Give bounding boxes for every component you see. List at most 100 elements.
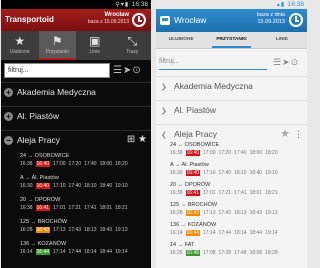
departure-line: 14 → FAT [170, 242, 195, 248]
departure-time: 19:10 [265, 170, 278, 176]
departure-row[interactable]: 14 → FAT 16:26 16:48 17:08 17:28 17:48 18:08 1… [170, 242, 306, 261]
tab-favorites[interactable]: ★ Ulubione [1, 31, 39, 60]
collapse-icon[interactable]: − [4, 136, 13, 145]
departure-time: 17:40 [68, 183, 82, 189]
departure-time: 18:00 [99, 161, 113, 167]
stop-row[interactable]: ❯ Akademia Medyczna [156, 76, 307, 96]
departure-row[interactable]: 125 → BROCHÓW 16:28 16:43 17:13 17:43 18:13 1… [20, 219, 150, 238]
tab-stops[interactable]: PRZYSTANKI [206, 32, 256, 48]
departure-time: 17:20 [68, 161, 82, 167]
departure-time: 17:44 [218, 230, 232, 236]
departure-time: 17:13 [53, 227, 66, 233]
status-time: 16:38 [287, 1, 304, 8]
departure-time-highlighted: 16:40 [35, 183, 51, 189]
map-icon[interactable]: ⊞ [127, 134, 135, 145]
departure-time: 18:01 [249, 190, 263, 196]
departure-row[interactable]: A → Al. Piastów 16:30 16:40 17:10 17:40 18:1… [170, 162, 306, 181]
tab-routes[interactable]: ⤡ Trasy [114, 31, 152, 60]
departure-line: 20 → OPORÓW [170, 182, 211, 188]
departure-time: 16:38 [20, 161, 33, 167]
star-icon: ★ [14, 34, 26, 48]
location-icon[interactable]: ➤ [123, 65, 132, 76]
star-icon[interactable]: ★ [280, 128, 290, 140]
database-date: baza z dnia 15.09.2013 [257, 12, 285, 25]
stop-row[interactable]: − Aleja Pracy ⊞ ★ [1, 130, 151, 150]
bus-icon: ▣ [89, 34, 101, 48]
departure-time: 16:30 [170, 170, 183, 176]
tab-stops[interactable]: ⚑ Przystanki [38, 31, 76, 60]
departure-row[interactable]: 24 → OSOBOWICE 16:38 16:40 17:00 17:20 17:40… [170, 142, 306, 161]
departure-time-highlighted: 16:44 [35, 249, 51, 255]
stop-name: Al. Piastów [174, 105, 217, 115]
bus-stop-icon: ⚑ [51, 34, 63, 48]
departure-time: 17:01 [203, 190, 216, 196]
departure-time: 17:40 [218, 170, 232, 176]
departure-time: 17:20 [218, 150, 232, 156]
departure-time-highlighted: 16:44 [185, 230, 201, 236]
tab-favorites[interactable]: ULUBIONE [156, 32, 206, 48]
departure-time: 17:43 [218, 210, 232, 216]
more-options-icon[interactable]: ⋮ [294, 129, 303, 139]
departure-time: 18:43 [99, 227, 113, 233]
star-icon[interactable]: ★ [138, 134, 147, 145]
departure-row[interactable]: 20 → OPORÓW 16:38 16:41 17:01 17:21 17:41 18:… [170, 182, 306, 201]
tab-bar: ULUBIONE PRZYSTANKI LINIE [156, 32, 307, 49]
departure-row[interactable]: 20 → OPORÓW 16:38 16:41 17:01 17:21 17:41 18:… [20, 197, 150, 216]
departure-row[interactable]: A → Al. Piastów 16:30 16:40 17:10 17:40 18:1… [20, 175, 150, 194]
collapse-icon[interactable]: ❮ [161, 131, 167, 140]
departure-time: 17:00 [203, 150, 216, 156]
tab-lines[interactable]: ▣ Linie [76, 31, 114, 60]
departure-row[interactable]: 125 → BROCHÓW 16:28 16:43 17:13 17:43 18:13 1… [170, 202, 306, 221]
list-icon[interactable]: ☰ [113, 65, 123, 76]
clock-icon[interactable] [132, 13, 146, 27]
departure-time: 16:38 [170, 190, 183, 196]
departure-time: 18:21 [265, 190, 278, 196]
departure-line: 125 → BROCHÓW [170, 202, 218, 208]
app-title: Transportoid [5, 15, 54, 24]
departure-time-highlighted: 16:40 [35, 161, 51, 167]
departure-time: 18:28 [265, 250, 278, 256]
departure-time-highlighted: 16:48 [185, 250, 201, 256]
departure-time: 17:01 [53, 205, 66, 211]
city-name: Wrocław [104, 12, 129, 18]
clock-icon[interactable] [289, 13, 303, 27]
departure-time: 18:14 [234, 230, 247, 236]
departure-time: 18:01 [99, 205, 113, 211]
departure-line: 136 → KOZANÓW [170, 222, 217, 228]
stop-row[interactable]: ❮ Aleja Pracy ★ ⋮ [156, 124, 307, 144]
expand-icon[interactable]: ❯ [161, 83, 167, 92]
departure-time: 17:14 [203, 230, 216, 236]
stop-row[interactable]: + Al. Piastów [1, 106, 151, 126]
tab-lines[interactable]: LINIE [257, 32, 307, 48]
departure-time: 17:40 [234, 150, 247, 156]
dark-app-screen: ⚲ ▾ ▮ 16:38 Transportoid Wrocław baza z … [1, 0, 151, 268]
departure-time: 16:14 [20, 249, 33, 255]
tab-bar: ★ Ulubione ⚑ Przystanki ▣ Linie ⤡ Trasy [1, 31, 151, 60]
departure-time: 17:21 [218, 190, 232, 196]
list-icon[interactable]: ☰ [273, 57, 282, 67]
status-bar: ▴ ▮ 16:38 [156, 0, 307, 9]
departure-time: 18:20 [115, 161, 128, 167]
departure-row[interactable]: 136 → KOZANÓW 16:14 16:44 17:14 17:44 18:14 1… [170, 222, 306, 241]
departure-time: 18:14 [84, 249, 97, 255]
expand-icon[interactable]: ❯ [161, 107, 167, 116]
expand-icon[interactable]: + [4, 112, 13, 121]
city-name: Wrocław [174, 15, 207, 25]
departure-time: 16:14 [170, 230, 183, 236]
expand-icon[interactable]: + [4, 88, 13, 97]
signal-icon: ▴ ▮ [276, 2, 284, 8]
gps-icon[interactable]: ⊙ [132, 65, 141, 76]
departure-line: 136 → KOZANÓW [20, 241, 67, 247]
departure-row[interactable]: 136 → KOZANÓW 16:14 16:44 17:14 17:44 18:14 1… [20, 241, 150, 260]
stop-row[interactable]: + Akademia Medyczna [1, 82, 151, 102]
database-date-value: 15.09.2013 [257, 18, 285, 25]
location-icon[interactable]: ➤ [282, 57, 291, 67]
filter-input[interactable]: filtruj... [159, 55, 267, 70]
app-header: Transportoid Wrocław baza z 15.09.2013 [1, 9, 151, 31]
stop-row[interactable]: ❯ Al. Piastów [156, 100, 307, 120]
departure-time: 19:13 [115, 227, 128, 233]
gps-icon[interactable]: ⊙ [291, 57, 300, 67]
departure-row[interactable]: 24 → OSOBOWICE 16:38 16:40 17:00 17:20 17:40… [20, 153, 150, 172]
stop-name: Aleja Pracy [17, 135, 60, 145]
filter-input[interactable]: filtruj... [4, 63, 110, 78]
